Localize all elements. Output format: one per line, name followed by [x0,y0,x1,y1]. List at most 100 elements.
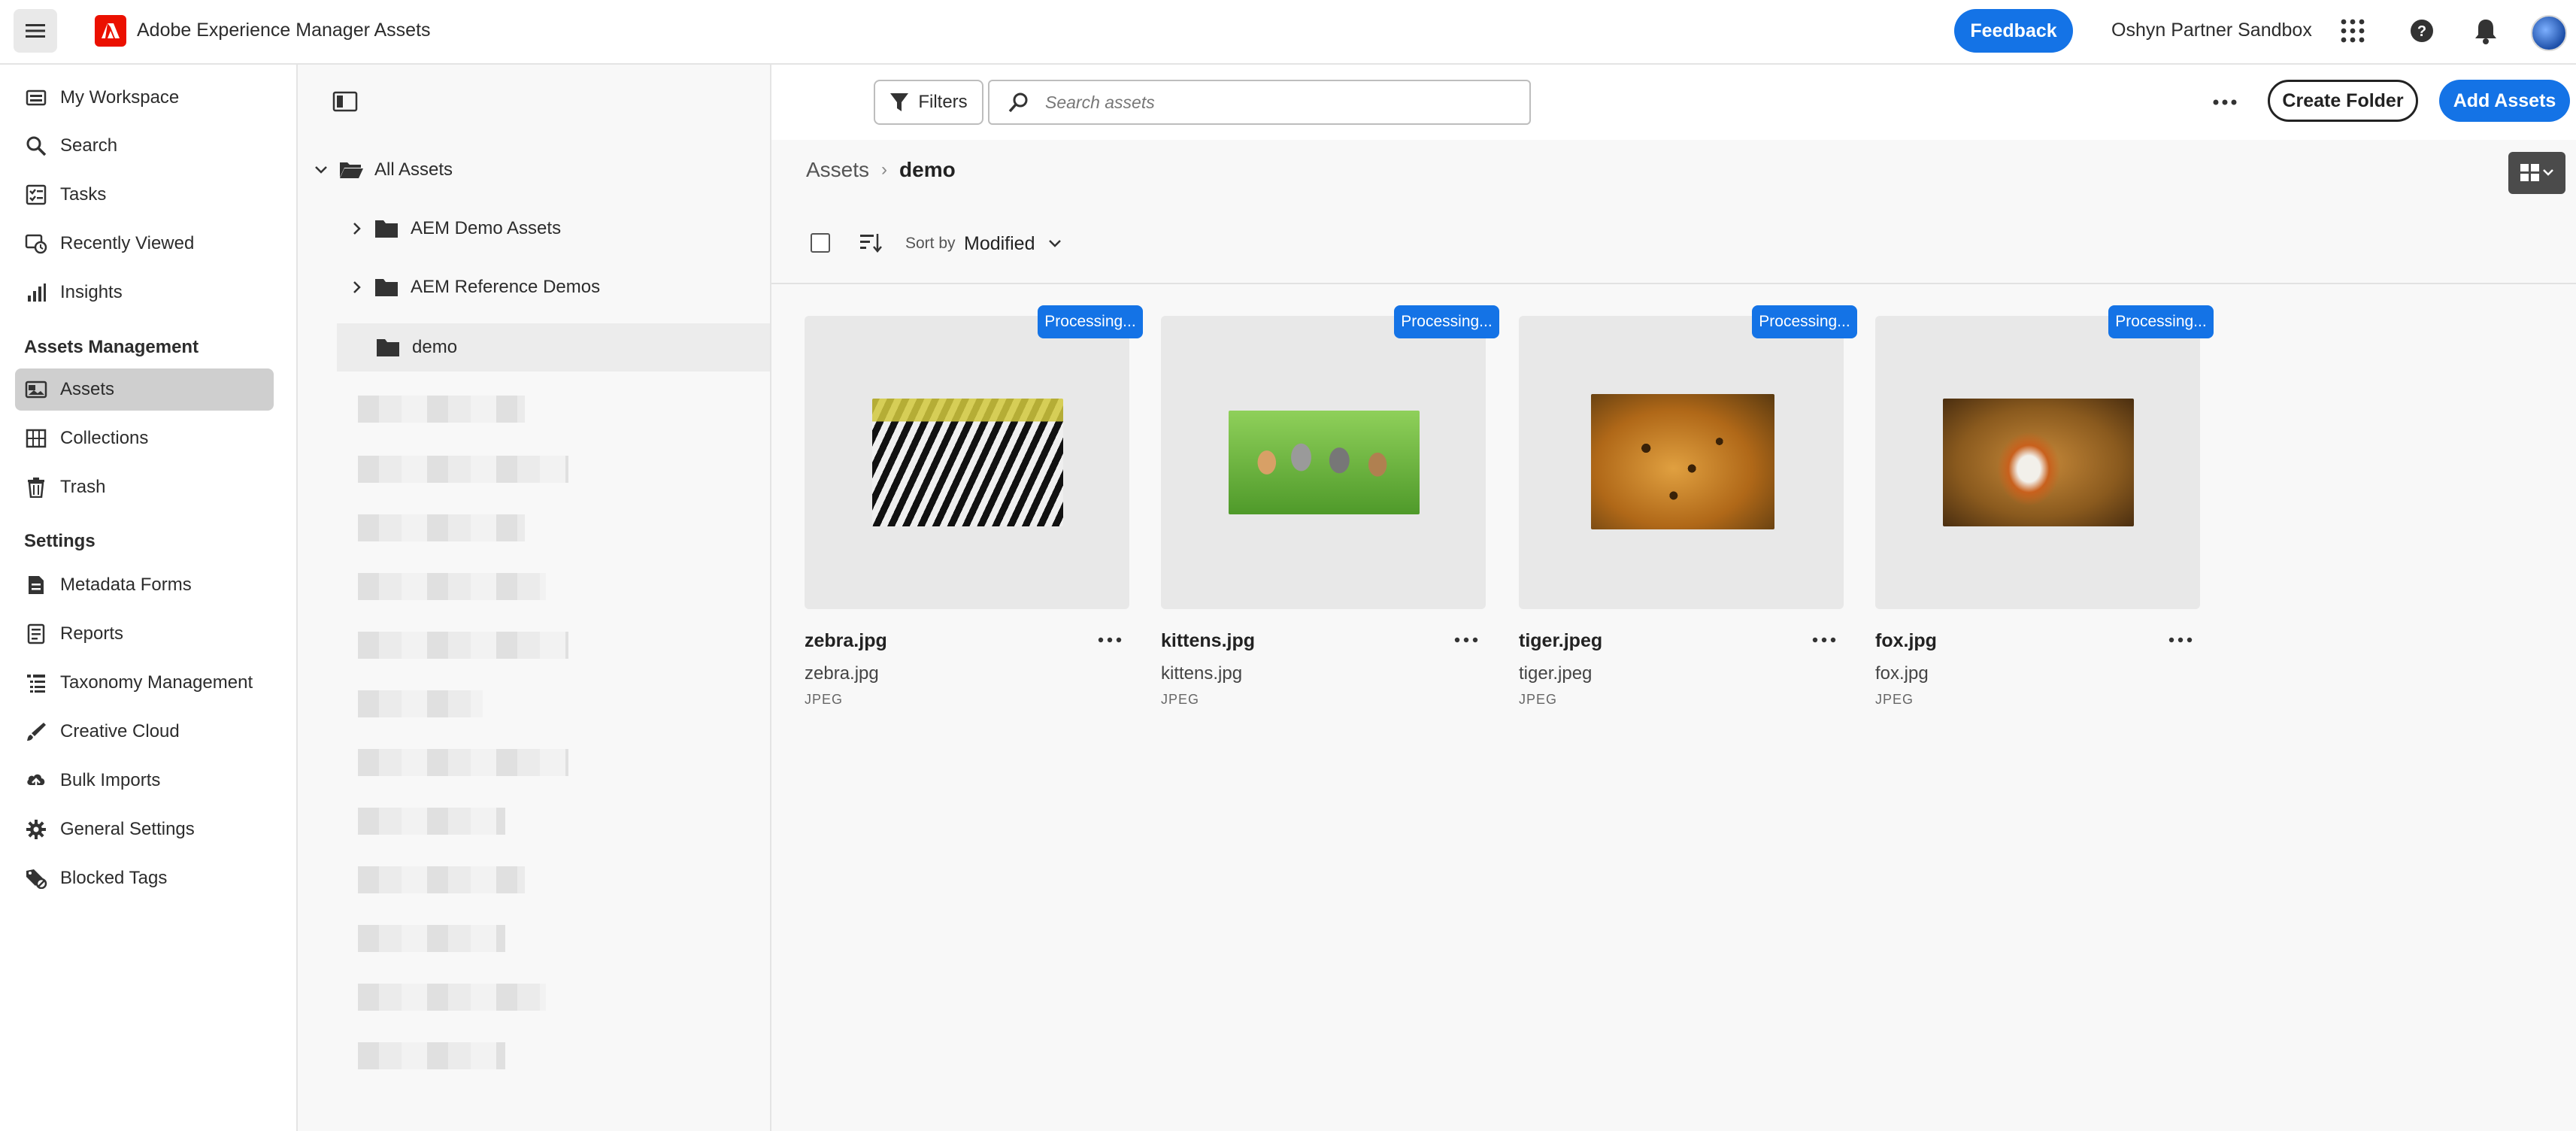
chevron-down-icon[interactable] [313,162,329,178]
tiger-image [1591,394,1774,529]
bell-icon[interactable] [2472,17,2499,45]
org-switcher[interactable]: Oshyn Partner Sandbox [2111,20,2312,41]
sidebar-item-taxonomy-management[interactable]: Taxonomy Management [15,662,274,704]
app-title: Adobe Experience Manager Assets [137,20,431,41]
redacted-tree-row [358,396,525,423]
sidebar-item-label: Tasks [60,184,107,205]
sidebar-item-creative-cloud[interactable]: Creative Cloud [15,711,274,753]
folder-icon [377,339,399,356]
folder-icon [375,220,398,238]
asset-thumbnail[interactable] [1875,316,2200,609]
chevron-right-icon[interactable] [350,220,364,237]
top-bar: Adobe Experience Manager Assets Feedback… [0,0,2576,65]
processing-badge: Processing... [1394,305,1499,338]
tree-item-aem-reference-demos[interactable]: AEM Reference Demos [350,263,779,311]
metadata-forms-icon [24,573,48,597]
search-icon [24,134,48,158]
sidebar-item-assets[interactable]: Assets [15,368,274,411]
sidebar-item-insights[interactable]: Insights [15,271,274,314]
apps-grid-icon[interactable] [2340,18,2365,44]
sidebar-item-blocked-tags[interactable]: Blocked Tags [15,857,274,899]
sidebar-item-reports[interactable]: Reports [15,613,274,655]
folder-open-icon [340,162,363,178]
sidebar-item-label: Blocked Tags [60,868,168,888]
panel-toggle-icon[interactable] [332,90,358,113]
more-options-icon[interactable] [1095,629,1125,651]
sidebar-item-label: Metadata Forms [60,575,192,595]
sort-by-dropdown[interactable]: Modified [964,233,1035,255]
more-options-icon[interactable] [2165,629,2196,651]
asset-file-type: JPEG [1519,692,1558,707]
view-switcher-button[interactable] [2508,152,2565,194]
feedback-button[interactable]: Feedback [1954,9,2073,53]
left-nav: My Workspace Search Tasks Recently Viewe… [0,65,298,1131]
sidebar-item-search[interactable]: Search [15,125,274,167]
grid-view-icon [2520,164,2553,181]
more-options-icon[interactable] [1809,629,1839,651]
redacted-tree-row [358,925,505,952]
avatar[interactable] [2531,15,2567,51]
filters-button[interactable]: Filters [874,80,983,125]
search-field[interactable] [988,80,1531,125]
svg-text:?: ? [2417,23,2426,40]
search-icon [1008,92,1028,113]
menu-button[interactable] [14,9,57,53]
chevron-down-icon[interactable] [1047,236,1063,251]
asset-filename: kittens.jpg [1161,663,1243,684]
more-actions-icon[interactable] [2206,87,2244,117]
sort-order-icon[interactable] [859,232,883,254]
sidebar-item-my-workspace[interactable]: My Workspace [15,77,274,119]
sidebar-item-recently-viewed[interactable]: Recently Viewed [15,223,274,265]
section-heading-assets-management: Assets Management [24,337,199,357]
asset-title: zebra.jpg [805,630,887,651]
redacted-tree-row [358,866,525,893]
sidebar-item-label: Assets [60,379,115,399]
redacted-tree-row [358,632,568,659]
tree-item-label: demo [412,337,458,357]
sidebar-item-label: Trash [60,477,106,497]
insights-icon [24,280,48,305]
tree-item-label: AEM Reference Demos [411,277,601,297]
redacted-tree-row [358,1042,505,1069]
asset-thumbnail[interactable] [1161,316,1486,609]
asset-filename: tiger.jpeg [1519,663,1593,684]
reports-icon [24,622,48,646]
fox-image [1943,399,2134,526]
asset-thumbnail[interactable] [1519,316,1844,609]
sidebar-item-trash[interactable]: Trash [15,466,274,508]
filter-icon [890,93,909,111]
asset-file-type: JPEG [1161,692,1200,707]
sidebar-item-general-settings[interactable]: General Settings [15,808,274,851]
sidebar-item-collections[interactable]: Collections [15,417,274,459]
chevron-right-icon[interactable] [350,279,364,296]
tree-item-all-assets[interactable]: All Assets [313,146,741,194]
assets-content-area: Assets › demo Sort by Modified Processin… [771,140,2576,1131]
tree-item-demo[interactable]: demo [337,323,770,371]
create-folder-button[interactable]: Create Folder [2268,80,2418,122]
asset-thumbnail[interactable] [805,316,1129,609]
workspace-icon [24,86,48,110]
sidebar-item-label: General Settings [60,819,195,839]
sidebar-item-bulk-imports[interactable]: Bulk Imports [15,760,274,802]
search-input[interactable] [1044,91,1528,114]
processing-badge: Processing... [1752,305,1857,338]
asset-filename: zebra.jpg [805,663,879,684]
add-assets-button[interactable]: Add Assets [2439,80,2570,122]
sidebar-item-metadata-forms[interactable]: Metadata Forms [15,564,274,606]
more-options-icon[interactable] [1451,629,1481,651]
asset-filename: fox.jpg [1875,663,1929,684]
recent-icon [24,232,48,256]
processing-badge: Processing... [2108,305,2214,338]
tree-item-aem-demo-assets[interactable]: AEM Demo Assets [350,205,779,253]
breadcrumb-item-assets[interactable]: Assets [806,158,869,182]
creative-cloud-icon [24,720,48,744]
sort-by-label: Sort by [905,235,956,252]
help-icon[interactable]: ? [2409,18,2435,44]
sidebar-item-tasks[interactable]: Tasks [15,174,274,216]
breadcrumb-separator: › [881,159,888,180]
sidebar-item-label: Creative Cloud [60,721,180,741]
folder-tree-panel: All Assets AEM Demo Assets AEM Reference… [298,65,771,1131]
select-all-checkbox[interactable] [811,233,830,253]
sidebar-item-label: Recently Viewed [60,233,195,253]
breadcrumb-item-current: demo [899,158,956,181]
